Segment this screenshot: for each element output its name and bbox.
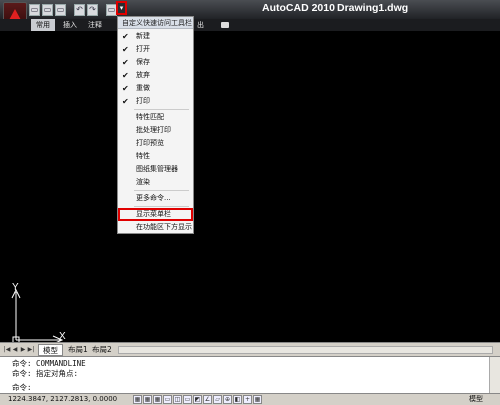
status-bar: 1224.3847, 2127.2813, 0.0000 ▦ ▦ ▦ ▭ ◫ ▭ ◩ ∠ ▱ ⊕ ◧… (0, 393, 500, 405)
prev-layout-icon[interactable]: ◀ (11, 345, 19, 354)
menu-item-label: 图纸集管理器 (136, 165, 178, 173)
menu-item[interactable]: ✔ 重做 (118, 82, 193, 95)
status-toggle-icon[interactable]: ▱ (213, 395, 222, 404)
check-icon: ✔ (122, 71, 129, 80)
ucs-icon (6, 31, 66, 101)
menu-item[interactable]: 图纸集管理器 (118, 163, 193, 176)
first-layout-icon[interactable]: |◀ (3, 345, 11, 354)
qat-customize-menu: 自定义快速访问工具栏 ✔ 新建 ✔ 打开 ✔ 保存 ✔ 放弃 ✔ 重做 ✔ 打印 特性匹配 批处理打印 打印… (117, 16, 194, 234)
status-toggle-icon[interactable]: ◩ (193, 395, 202, 404)
app-title: AutoCAD 2010 (262, 2, 335, 14)
menu-item[interactable]: ✔ 打开 (118, 43, 193, 56)
menu-item[interactable]: ✔ 保存 (118, 56, 193, 69)
menu-item[interactable]: 打印预览 (118, 137, 193, 150)
menu-item-label: 特性匹配 (136, 113, 164, 121)
menu-item[interactable]: 渲染 (118, 176, 193, 189)
status-toggle-icon[interactable]: ▦ (143, 395, 152, 404)
file-title: Drawing1.dwg (337, 2, 409, 14)
check-icon: ✔ (122, 58, 129, 67)
new-icon[interactable]: ▭ (29, 3, 40, 16)
status-toggle-icon[interactable]: ∠ (203, 395, 212, 404)
drawing-area[interactable] (0, 31, 500, 342)
menu-item[interactable]: ✔ 打印 (118, 95, 193, 108)
check-icon: ✔ (122, 97, 129, 106)
status-toggle-icon[interactable]: ▭ (163, 395, 172, 404)
tab-layout2[interactable]: 布局2 (88, 344, 116, 356)
menu-item-label: 新建 (136, 32, 150, 40)
menu-item-label: 打开 (136, 45, 150, 53)
save-icon[interactable]: ▭ (55, 3, 66, 16)
quick-access-toolbar: ▭ ▭ ▭ ↶ ↷ ▭ (29, 2, 117, 17)
check-icon: ✔ (122, 84, 129, 93)
drafting-toggles: ▦ ▦ ▦ ▭ ◫ ▭ ◩ ∠ ▱ ⊕ ◧ + ▦ (133, 395, 262, 404)
command-prompt[interactable]: 命令: (12, 382, 32, 393)
menu-item-label: 特性 (136, 152, 150, 160)
menu-item[interactable]: 特性 (118, 150, 193, 163)
status-toggle-icon[interactable]: ▭ (183, 395, 192, 404)
title-bar: ▭ ▭ ▭ ↶ ↷ ▭ ▾ AutoCAD 2010 Drawing1.dwg (0, 0, 500, 32)
menu-item[interactable]: 更多命令... (118, 192, 193, 205)
layout-tab-bar: |◀ ◀ ▶ ▶| 模型 布局1 布局2 (0, 342, 500, 357)
command-scrollbar[interactable] (489, 357, 500, 394)
ribbon-tab-row: 常用 插入 注释 出 (0, 19, 500, 31)
menu-item-label: 批处理打印 (136, 126, 171, 134)
menu-item-label: 保存 (136, 58, 150, 66)
check-icon: ✔ (122, 32, 129, 41)
ribbon-minimize-icon[interactable] (221, 22, 229, 28)
status-toggle-icon[interactable]: ▦ (153, 395, 162, 404)
tab-output[interactable]: 出 (192, 19, 209, 31)
status-toggle-icon[interactable]: ▦ (133, 395, 142, 404)
menu-item-label: 打印 (136, 97, 150, 105)
command-history-line: 命令: 指定对角点: (12, 369, 79, 378)
menu-separator (134, 190, 189, 191)
menu-item[interactable]: 显示菜单栏 (118, 208, 193, 221)
status-toggle-icon[interactable]: ◫ (173, 395, 182, 404)
tab-annotate[interactable]: 注释 (83, 19, 107, 31)
menu-item-label: 更多命令... (136, 194, 171, 202)
menu-item[interactable]: 批处理打印 (118, 124, 193, 137)
qat-customize-dropdown-button[interactable]: ▾ (116, 1, 127, 15)
tab-insert[interactable]: 插入 (58, 19, 82, 31)
last-layout-icon[interactable]: ▶| (27, 345, 35, 354)
menu-item[interactable]: 在功能区下方显示 (118, 221, 193, 234)
menu-separator (134, 206, 189, 207)
menu-item-label: 放弃 (136, 71, 150, 79)
menu-item-label: 打印预览 (136, 139, 164, 147)
menu-item-label: 显示菜单栏 (136, 210, 171, 218)
coordinate-readout[interactable]: 1224.3847, 2127.2813, 0.0000 (8, 395, 117, 404)
menu-item[interactable]: 特性匹配 (118, 111, 193, 124)
check-icon: ✔ (122, 45, 129, 54)
tab-model[interactable]: 模型 (38, 344, 63, 356)
redo-icon[interactable]: ↷ (87, 3, 98, 16)
undo-icon[interactable]: ↶ (74, 3, 85, 16)
status-toggle-icon[interactable]: ⊕ (223, 395, 232, 404)
menu-item-label: 在功能区下方显示 (136, 223, 192, 231)
ucs-y-label: Y (12, 282, 19, 293)
menu-item[interactable]: ✔ 放弃 (118, 69, 193, 82)
model-space-button[interactable]: 模型 (469, 395, 483, 404)
status-toggle-icon[interactable]: ◧ (233, 395, 242, 404)
menu-separator (134, 109, 189, 110)
ucs-x-label: X (59, 331, 66, 342)
open-icon[interactable]: ▭ (42, 3, 53, 16)
next-layout-icon[interactable]: ▶ (19, 345, 27, 354)
ucs-axes-icon: Y X (11, 282, 66, 345)
menu-item-label: 渲染 (136, 178, 150, 186)
command-window[interactable]: 命令: COMMANDLINE 命令: 指定对角点: 命令: (0, 356, 500, 394)
menu-item-label: 重做 (136, 84, 150, 92)
status-toggle-icon[interactable]: + (243, 395, 252, 404)
menu-header: 自定义快速访问工具栏 (118, 17, 193, 29)
horizontal-scrollbar[interactable] (118, 346, 493, 354)
status-toggle-icon[interactable]: ▦ (253, 395, 262, 404)
tab-home[interactable]: 常用 (31, 19, 55, 31)
menu-item[interactable]: ✔ 新建 (118, 30, 193, 43)
